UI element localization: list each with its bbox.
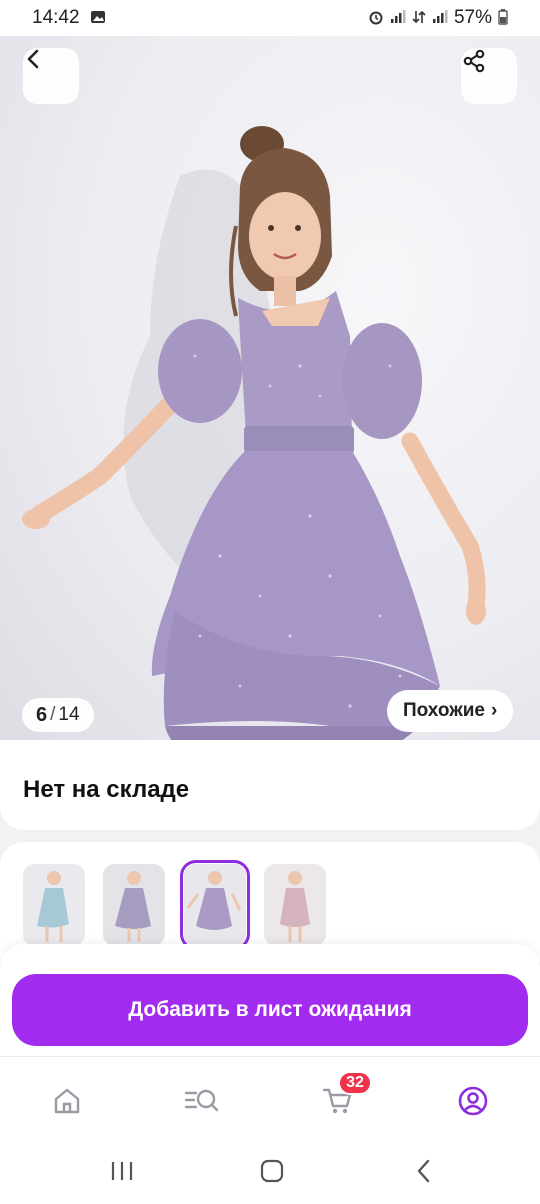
thumb-lilac-dress-1[interactable] <box>103 864 165 946</box>
recent-apps-icon <box>111 1162 133 1180</box>
thumb-blue-dress[interactable] <box>23 864 85 946</box>
bottom-tab-bar: 32 <box>0 1056 540 1140</box>
status-right: 57% <box>368 7 508 29</box>
status-bar: 14:42 57% <box>0 0 540 36</box>
alarm-icon <box>368 9 384 28</box>
chevron-right-icon: › <box>490 700 498 721</box>
signal-icon <box>432 9 448 27</box>
action-sheet: Добавить в лист ожидания <box>0 944 540 1056</box>
product-image-gallery[interactable]: 6 / 14 Похожие › <box>0 36 540 756</box>
product-photo <box>22 126 486 754</box>
signal-icon <box>390 9 406 27</box>
stock-status-title: Нет на складе <box>23 776 190 803</box>
thumb-pink-dress[interactable] <box>264 864 326 946</box>
image-icon <box>90 10 106 27</box>
similar-button[interactable]: Похожие › <box>387 690 514 732</box>
stock-status-card: Нет на складе <box>0 740 540 830</box>
thumb-image <box>184 864 246 946</box>
image-counter: 6 / 14 <box>22 698 94 732</box>
cart-badge: 32 <box>338 1071 372 1095</box>
similar-label: Похожие <box>403 700 485 721</box>
back-button[interactable] <box>23 48 79 104</box>
battery-icon <box>498 8 508 28</box>
tab-cart[interactable]: 32 <box>318 1071 372 1121</box>
share-button[interactable] <box>461 48 517 104</box>
catalog-search-icon <box>184 1089 219 1112</box>
thumb-image <box>23 864 85 946</box>
status-left: 14:42 <box>32 7 106 29</box>
thumb-image <box>103 864 165 946</box>
system-navigation-bar <box>0 1140 540 1204</box>
chevron-left-icon <box>27 49 39 69</box>
status-time: 14:42 <box>32 7 80 28</box>
data-icon <box>412 9 426 28</box>
counter-separator: / <box>50 704 56 725</box>
thumb-image <box>264 864 326 946</box>
home-system-button[interactable] <box>252 1156 292 1186</box>
tab-profile[interactable] <box>453 1081 493 1121</box>
counter-current: 6 <box>36 703 48 726</box>
tab-home[interactable] <box>47 1081 87 1121</box>
profile-icon <box>458 1086 488 1116</box>
recent-apps-button[interactable] <box>102 1156 142 1186</box>
tab-catalog[interactable] <box>182 1081 222 1121</box>
counter-total: 14 <box>58 704 80 725</box>
back-system-icon <box>417 1159 430 1183</box>
add-to-waitlist-button[interactable]: Добавить в лист ожидания <box>12 974 528 1046</box>
battery-percent: 57% <box>453 7 492 28</box>
thumb-lilac-dress-2[interactable] <box>180 860 250 950</box>
share-icon <box>463 49 485 73</box>
home-system-icon <box>260 1159 284 1183</box>
home-icon <box>54 1088 80 1114</box>
back-system-button[interactable] <box>404 1156 444 1186</box>
